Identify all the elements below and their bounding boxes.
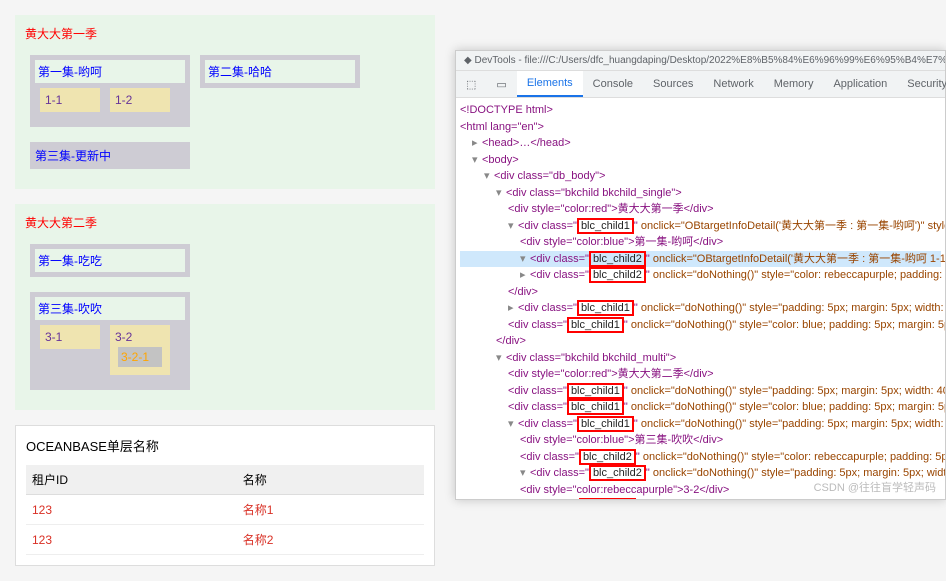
highlight-blc-child1: blc_child1 <box>567 399 624 415</box>
elements-panel[interactable]: <!DOCTYPE html> <html lang="en"> ▸<head>… <box>456 98 945 499</box>
episode-2-block[interactable]: 第二集-哈哈 <box>200 55 360 88</box>
table-row[interactable]: 123名称1 <box>26 495 424 525</box>
tab-elements[interactable]: Elements <box>517 71 583 97</box>
tab-network[interactable]: Network <box>703 72 763 96</box>
devtools-icon: ◆ <box>464 55 472 66</box>
season-1-title: 黄大大第一季 <box>25 25 425 42</box>
chapter-3-2-label: 3-2 <box>115 330 165 344</box>
oceanbase-table-section: OCEANBASE单层名称 租户ID 名称 123名称1 123名称2 <box>15 425 435 566</box>
s2-episode-1-block[interactable]: 第一集-吃吃 <box>30 244 190 277</box>
tab-memory[interactable]: Memory <box>764 72 824 96</box>
col-name: 名称 <box>237 465 424 495</box>
chapter-1-1[interactable]: 1-1 <box>40 88 100 112</box>
oceanbase-table: 租户ID 名称 123名称1 123名称2 <box>26 465 424 555</box>
episode-2-header: 第二集-哈哈 <box>205 60 355 83</box>
tab-security[interactable]: Security <box>897 72 946 96</box>
season-1-panel: 黄大大第一季 第一集-哟呵 1-1 1-2 第二集-哈哈 第三集-更新中 <box>15 15 435 189</box>
chapter-1-2[interactable]: 1-2 <box>110 88 170 112</box>
season-2-panel: 黄大大第二季 第一集-吃吃 第三集-吹吹 3-1 3-2 3-2-1 <box>15 204 435 410</box>
devtools-title: ◆ DevTools - file:///C:/Users/dfc_huangd… <box>456 51 945 71</box>
devtools-window: ◆ DevTools - file:///C:/Users/dfc_huangd… <box>455 50 946 500</box>
highlight-blc-child1: blc_child1 <box>567 317 624 333</box>
tab-console[interactable]: Console <box>583 72 643 96</box>
tab-sources[interactable]: Sources <box>643 72 703 96</box>
episode-1-header: 第一集-哟呵 <box>35 60 185 83</box>
devtools-tabs: ⬚ ▭ Elements Console Sources Network Mem… <box>456 71 945 98</box>
page-content: 黄大大第一季 第一集-哟呵 1-1 1-2 第二集-哈哈 第三集-更新中 黄大大… <box>0 0 450 581</box>
table-row[interactable]: 123名称2 <box>26 525 424 555</box>
highlight-blc-child2: blc_child2 <box>579 449 636 465</box>
chapter-3-2[interactable]: 3-2 3-2-1 <box>110 325 170 375</box>
device-icon[interactable]: ▭ <box>486 72 516 97</box>
highlight-blc-child1: blc_child1 <box>577 300 634 316</box>
highlight-blc-child1: blc_child1 <box>567 383 624 399</box>
tab-application[interactable]: Application <box>823 72 897 96</box>
highlight-blc-child3: blc_child3 <box>579 498 636 499</box>
highlight-blc-child1: blc_child1 <box>577 416 634 432</box>
col-tenant-id: 租户ID <box>26 465 237 495</box>
table-title: OCEANBASE单层名称 <box>26 436 424 455</box>
s2-episode-3-header: 第三集-吹吹 <box>35 297 185 320</box>
episode-1-block[interactable]: 第一集-哟呵 1-1 1-2 <box>30 55 190 127</box>
inspect-icon[interactable]: ⬚ <box>456 72 486 97</box>
highlight-blc-child2: blc_child2 <box>589 465 646 481</box>
episode-3-block[interactable]: 第三集-更新中 <box>30 142 190 169</box>
s2-episode-3-block[interactable]: 第三集-吹吹 3-1 3-2 3-2-1 <box>30 292 190 390</box>
highlight-blc-child1: blc_child1 <box>577 218 634 234</box>
chapter-3-1[interactable]: 3-1 <box>40 325 100 349</box>
s2-episode-1-header: 第一集-吃吃 <box>35 249 185 272</box>
season-2-title: 黄大大第二季 <box>25 214 425 231</box>
watermark: CSDN @往往盲学轻声码 <box>814 479 936 495</box>
highlight-blc-child2: blc_child2 <box>589 251 646 267</box>
highlight-blc-child2: blc_child2 <box>589 267 646 283</box>
chapter-3-2-1[interactable]: 3-2-1 <box>118 347 162 367</box>
